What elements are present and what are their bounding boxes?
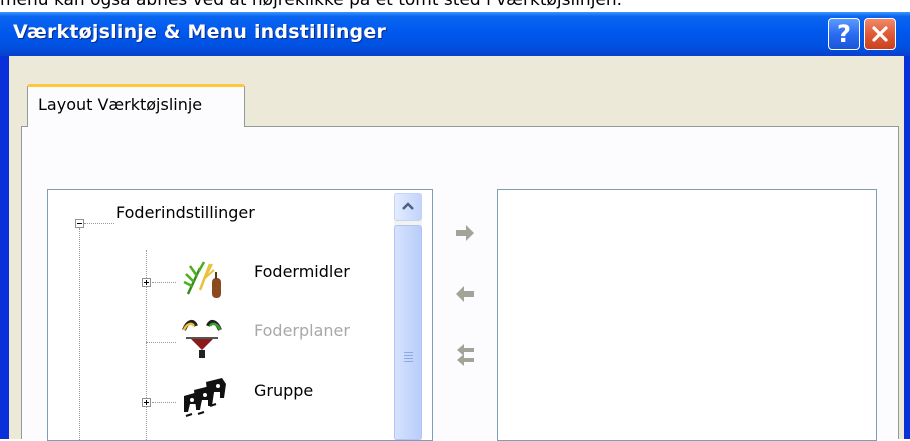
- tree-line: [152, 402, 176, 403]
- expand-icon[interactable]: [142, 278, 151, 287]
- close-icon: [872, 26, 888, 42]
- dialog-client-area: Layout Værktøjslinje Foderindstillinger: [9, 56, 904, 441]
- settings-dialog: Værktøjslinje & Menu indstillinger ? Lay…: [0, 12, 910, 441]
- foderplaner-icon: [182, 319, 222, 358]
- help-button[interactable]: ?: [828, 18, 860, 50]
- instruction-caption: menu kan også åbnes ved at højreklikke p…: [0, 0, 910, 9]
- help-icon: ?: [837, 20, 851, 48]
- tab-layout-toolbar[interactable]: Layout Værktøjslinje: [27, 84, 245, 127]
- tree-line: [84, 223, 114, 224]
- add-right-button[interactable]: [453, 221, 477, 245]
- gruppe-icon: [184, 378, 226, 417]
- arrow-left-icon: [456, 286, 474, 302]
- expand-icon[interactable]: [142, 398, 151, 407]
- remove-left-button[interactable]: [453, 282, 477, 306]
- tree-root-label[interactable]: Foderindstillinger: [116, 203, 255, 222]
- command-tree[interactable]: Foderindstillinger Fodermidler Foderplan…: [47, 189, 433, 441]
- close-button[interactable]: [864, 18, 896, 50]
- toolbar-items-list[interactable]: [497, 189, 877, 441]
- tree-line: [146, 342, 176, 343]
- tree-scrollbar[interactable]: [394, 193, 422, 440]
- remove-all-button[interactable]: [453, 343, 477, 367]
- tree-line: [152, 282, 176, 283]
- tree-item-foderplaner[interactable]: Foderplaner: [254, 321, 350, 340]
- scroll-grip: [404, 361, 413, 362]
- tree-item-fodermidler[interactable]: Fodermidler: [254, 262, 350, 281]
- double-arrow-left-icon: [457, 344, 474, 366]
- scroll-up-button[interactable]: [394, 193, 422, 221]
- collapse-icon[interactable]: [75, 219, 84, 228]
- title-bar[interactable]: Værktøjslinje & Menu indstillinger ?: [0, 12, 910, 56]
- scroll-grip: [404, 358, 413, 359]
- scroll-thumb[interactable]: [394, 225, 422, 440]
- fodermidler-icon: [183, 261, 221, 298]
- scroll-grip: [404, 352, 413, 353]
- tab-label: Layout Værktøjslinje: [38, 95, 203, 114]
- chevron-up-icon: [402, 202, 414, 210]
- tree-line: [79, 228, 80, 440]
- tree-item-gruppe[interactable]: Gruppe: [254, 381, 313, 400]
- dialog-title: Værktøjslinje & Menu indstillinger: [13, 21, 387, 43]
- arrow-right-icon: [456, 225, 474, 241]
- scroll-grip: [404, 355, 413, 356]
